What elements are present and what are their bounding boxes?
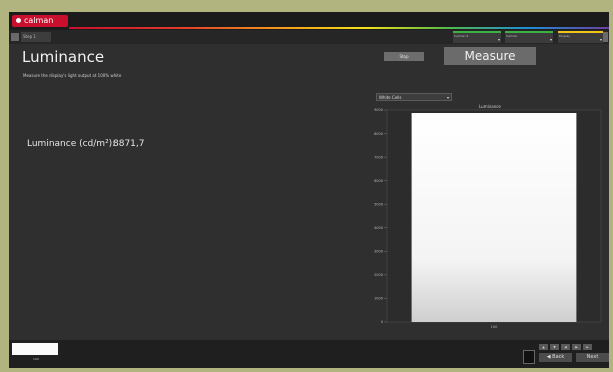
back-button[interactable]: ◀ Back [539, 353, 572, 362]
y-tick-label: 2000 [374, 273, 383, 277]
luminance-label: Luminance (cd/m²): [27, 139, 116, 149]
color-swatch [12, 343, 58, 355]
luminance-bar [411, 113, 577, 322]
home-icon[interactable] [11, 33, 19, 41]
y-tick-label: 0 [381, 320, 383, 324]
pattern-dropdown[interactable]: White Cells ▾ [376, 93, 452, 101]
luminance-value: 8871,7 [113, 139, 145, 149]
rainbow-stripe [69, 27, 609, 29]
page-subtitle: Measure the display's light output at 10… [23, 73, 122, 78]
chevron-down-icon[interactable]: ▾ [600, 37, 602, 42]
swatch-label: 100 [33, 357, 39, 361]
chevron-down-icon[interactable]: ▾ [498, 37, 500, 42]
bottom-bar: 100 ▲ ▼ ◀ ▶ ► ◀ Back Next [9, 340, 609, 368]
toolbar: Step 1 Calman 9 ▾ Calman ▾ Display ▾ [9, 30, 609, 44]
dropdown-value: White Cells [379, 95, 402, 100]
chevron-down-icon[interactable]: ▾ [550, 37, 552, 42]
y-tick-label: 1000 [374, 297, 383, 301]
y-tick-label: 7000 [374, 155, 383, 159]
measure-button[interactable]: Measure [444, 47, 536, 65]
calman-logo[interactable]: calman [12, 15, 68, 27]
logo-mark-icon [16, 18, 21, 23]
y-tick-label: 9000 [374, 108, 383, 112]
nav-stop-button[interactable] [523, 350, 535, 364]
meter-3-label: Display [559, 34, 571, 38]
y-tick-label: 5000 [374, 202, 383, 206]
nav-play-icon[interactable]: ► [583, 344, 592, 350]
y-tick-label: 6000 [374, 179, 383, 183]
nav-down-icon[interactable]: ▼ [550, 344, 559, 350]
meter-2-label: Calman [506, 34, 518, 38]
title-bar: calman [9, 12, 609, 30]
nav-up-icon[interactable]: ▲ [539, 344, 548, 350]
x-tick-label: 100 [491, 325, 498, 329]
nav-right-icon[interactable]: ▶ [572, 344, 581, 350]
stop-button[interactable]: Stop [384, 52, 424, 61]
meter-2[interactable]: Calman ▾ [505, 31, 553, 43]
page-title: Luminance [22, 48, 105, 66]
y-tick-label: 4000 [374, 226, 383, 230]
calman-window: calman Step 1 Calman 9 ▾ Calman ▾ Display ▾… [9, 12, 609, 368]
nav-left-icon[interactable]: ◀ [561, 344, 570, 350]
next-button[interactable]: Next [576, 353, 609, 362]
meter-1[interactable]: Calman 9 ▾ [453, 31, 501, 43]
meter-3[interactable]: Display ▾ [558, 31, 603, 43]
luminance-chart: 0 1000 2000 3000 4000 5000 6000 7000 8000 9000 100 [374, 108, 602, 329]
y-tick-label: 8000 [374, 132, 383, 136]
chevron-down-icon: ▾ [446, 95, 449, 100]
workflow-tab[interactable]: Step 1 [21, 32, 51, 42]
back-label: Back [552, 354, 565, 360]
y-tick-label: 3000 [374, 250, 383, 254]
help-icon[interactable] [603, 32, 608, 42]
meter-1-label: Calman 9 [454, 34, 469, 38]
next-label: Next [586, 354, 599, 360]
logo-text: calman [24, 16, 54, 25]
